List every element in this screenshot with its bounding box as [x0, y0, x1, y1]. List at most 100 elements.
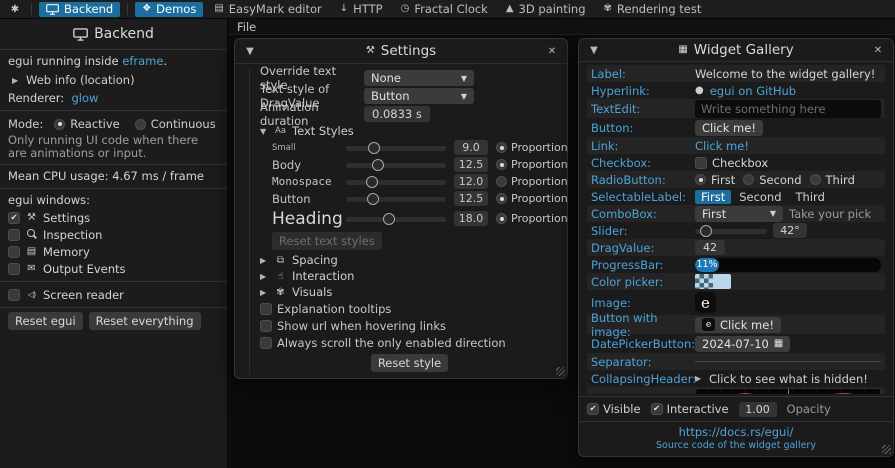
override-text-style-combobox[interactable]: None▼	[364, 70, 474, 86]
visuals-collapsing-header[interactable]: ▶✾Visuals	[260, 284, 559, 300]
image-doc-link[interactable]: Image:	[591, 296, 695, 310]
text-styles-collapsing-header[interactable]: ▼ Aa Text Styles	[260, 123, 559, 139]
small-proportional-radio[interactable]: Proportional	[496, 141, 567, 154]
colorpicker-doc-link[interactable]: Color picker:	[591, 275, 695, 289]
interaction-collapsing-header[interactable]: ▶☝Interaction	[260, 268, 559, 284]
slider-knob[interactable]	[700, 225, 712, 237]
eframe-link[interactable]: eframe	[122, 54, 163, 68]
hyperlink-doc-link[interactable]: Hyperlink:	[591, 84, 695, 98]
button-doc-link[interactable]: Button:	[591, 121, 695, 135]
dragvalue-text-style-combobox[interactable]: Button▼	[364, 88, 474, 104]
web-info-collapsing-header[interactable]: ▶Web info (location)	[12, 72, 219, 88]
mode-continuous-radio[interactable]: Continuous	[135, 117, 216, 131]
source-code-link[interactable]: Source code of the widget gallery	[656, 439, 816, 452]
gallery-window-titlebar[interactable]: ▼ ▦Widget Gallery ✕	[579, 39, 893, 62]
show-url-checkbox[interactable]: ✔Show url when hovering links	[260, 317, 559, 334]
slider-doc-link[interactable]: Slider:	[591, 224, 695, 238]
example-slider[interactable]	[695, 224, 767, 238]
settings-window-checkbox[interactable]: ✔⚒Settings	[8, 209, 219, 226]
output-events-window-checkbox[interactable]: ✔✉Output Events	[8, 260, 219, 277]
memory-window-checkbox[interactable]: ✔▤Memory	[8, 243, 219, 260]
visible-checkbox[interactable]: ✔Visible	[587, 402, 641, 416]
heading-size-slider[interactable]	[346, 212, 446, 226]
button-proportional-radio[interactable]: Proportional	[496, 192, 567, 205]
spacing-collapsing-header[interactable]: ▶⧉Spacing	[260, 252, 559, 268]
sine-plot[interactable]	[695, 388, 881, 394]
radio-first[interactable]: First	[695, 173, 735, 187]
opacity-dragvalue[interactable]: 1.00	[739, 402, 777, 417]
click-me-link[interactable]: Click me!	[695, 139, 749, 153]
collapse-window-button[interactable]: ▼	[587, 45, 601, 56]
menu-gear-button[interactable]: ✱	[6, 2, 24, 16]
close-window-button[interactable]: ✕	[545, 46, 559, 57]
docs-rs-link[interactable]: https://docs.rs/egui/	[679, 426, 794, 439]
progressbar-doc-link[interactable]: ProgressBar:	[591, 258, 695, 272]
interactive-checkbox[interactable]: ✔Interactive	[651, 402, 729, 416]
selectable-first[interactable]: First	[695, 190, 731, 204]
glow-link[interactable]: glow	[71, 91, 98, 105]
tab-easymark-editor[interactable]: ▤EasyMark editor	[207, 2, 328, 17]
selectable-third[interactable]: Third	[790, 190, 831, 204]
tab-backend[interactable]: Backend	[39, 2, 120, 17]
reset-everything-button[interactable]: Reset everything	[89, 312, 201, 330]
date-picker-button[interactable]: 2024-07-10▦	[695, 336, 790, 352]
separator-doc-link[interactable]: Separator:	[591, 355, 695, 369]
collapsingheader-doc-link[interactable]: CollapsingHeader:	[591, 372, 695, 386]
reset-text-styles-button[interactable]: Reset text styles	[272, 232, 382, 250]
example-checkbox[interactable]: ✔Checkbox	[695, 156, 768, 170]
dragvalue-doc-link[interactable]: DragValue:	[591, 241, 695, 255]
reset-style-button[interactable]: Reset style	[371, 354, 448, 372]
tab-3d-painting[interactable]: ▲3D painting	[499, 2, 593, 17]
slider-knob[interactable]	[372, 159, 384, 171]
label-doc-link[interactable]: Label:	[591, 67, 695, 81]
animation-duration-dragvalue[interactable]: 0.0833 s	[364, 106, 430, 122]
hidden-collapsing-header[interactable]: ▶Click to see what is hidden!	[695, 371, 868, 387]
always-scroll-checkbox[interactable]: ✔Always scroll the only enabled directio…	[260, 334, 559, 351]
radiobutton-doc-link[interactable]: RadioButton:	[591, 173, 695, 187]
selectablelabel-doc-link[interactable]: SelectableLabel:	[591, 190, 695, 204]
tab-http[interactable]: ↓HTTP	[333, 2, 390, 17]
slider-knob[interactable]	[366, 176, 378, 188]
file-menu-button[interactable]: File	[237, 20, 256, 34]
slider-knob[interactable]	[368, 142, 380, 154]
datepicker-doc-link[interactable]: DatePickerButton:	[591, 337, 695, 351]
tab-demos[interactable]: ❖Demos	[135, 2, 203, 17]
tab-fractal-clock[interactable]: ◷Fractal Clock	[394, 2, 495, 17]
body-size-dragvalue[interactable]: 12.5	[454, 157, 488, 172]
resize-handle[interactable]	[556, 367, 565, 376]
example-combobox[interactable]: First▼	[695, 206, 783, 222]
small-size-dragvalue[interactable]: 9.0	[454, 140, 488, 155]
button-size-dragvalue[interactable]: 12.5	[454, 191, 488, 206]
screen-reader-checkbox[interactable]: ✔◁)Screen reader	[8, 286, 219, 303]
textedit-input[interactable]	[695, 100, 881, 118]
small-size-slider[interactable]	[346, 141, 446, 155]
close-window-button[interactable]: ✕	[871, 45, 885, 56]
slider-knob[interactable]	[383, 213, 395, 225]
egui-github-link[interactable]: egui on GitHub	[710, 84, 796, 98]
selectable-second[interactable]: Second	[733, 190, 787, 204]
explanation-tooltips-checkbox[interactable]: ✔Explanation tooltips	[260, 300, 559, 317]
inspection-window-checkbox[interactable]: ✔Inspection	[8, 226, 219, 243]
settings-window-titlebar[interactable]: ▼ ⚒Settings ✕	[235, 39, 567, 64]
link-doc-link[interactable]: Link:	[591, 139, 695, 153]
slider-knob[interactable]	[367, 193, 379, 205]
reset-egui-button[interactable]: Reset egui	[8, 312, 83, 330]
monospace-size-slider[interactable]	[346, 175, 446, 189]
monospace-proportional-radio[interactable]: Proportional	[496, 175, 567, 188]
body-size-slider[interactable]	[346, 158, 446, 172]
mode-reactive-radio[interactable]: Reactive	[54, 117, 120, 131]
image-click-me-button[interactable]: eClick me!	[695, 317, 781, 333]
collapse-window-button[interactable]: ▼	[243, 46, 257, 57]
checkbox-doc-link[interactable]: Checkbox:	[591, 156, 695, 170]
radio-third[interactable]: Third	[810, 173, 855, 187]
heading-proportional-radio[interactable]: Proportional	[496, 212, 567, 225]
click-me-button[interactable]: Click me!	[695, 120, 763, 136]
example-dragvalue[interactable]: 42	[695, 240, 725, 255]
resize-handle[interactable]	[882, 445, 891, 454]
textedit-doc-link[interactable]: TextEdit:	[591, 102, 695, 116]
radio-second[interactable]: Second	[743, 173, 801, 187]
slider-value-dragvalue[interactable]: 42°	[773, 223, 807, 238]
tab-rendering-test[interactable]: ✾Rendering test	[597, 2, 709, 17]
combobox-doc-link[interactable]: ComboBox:	[591, 207, 695, 221]
body-proportional-radio[interactable]: Proportional	[496, 158, 567, 171]
